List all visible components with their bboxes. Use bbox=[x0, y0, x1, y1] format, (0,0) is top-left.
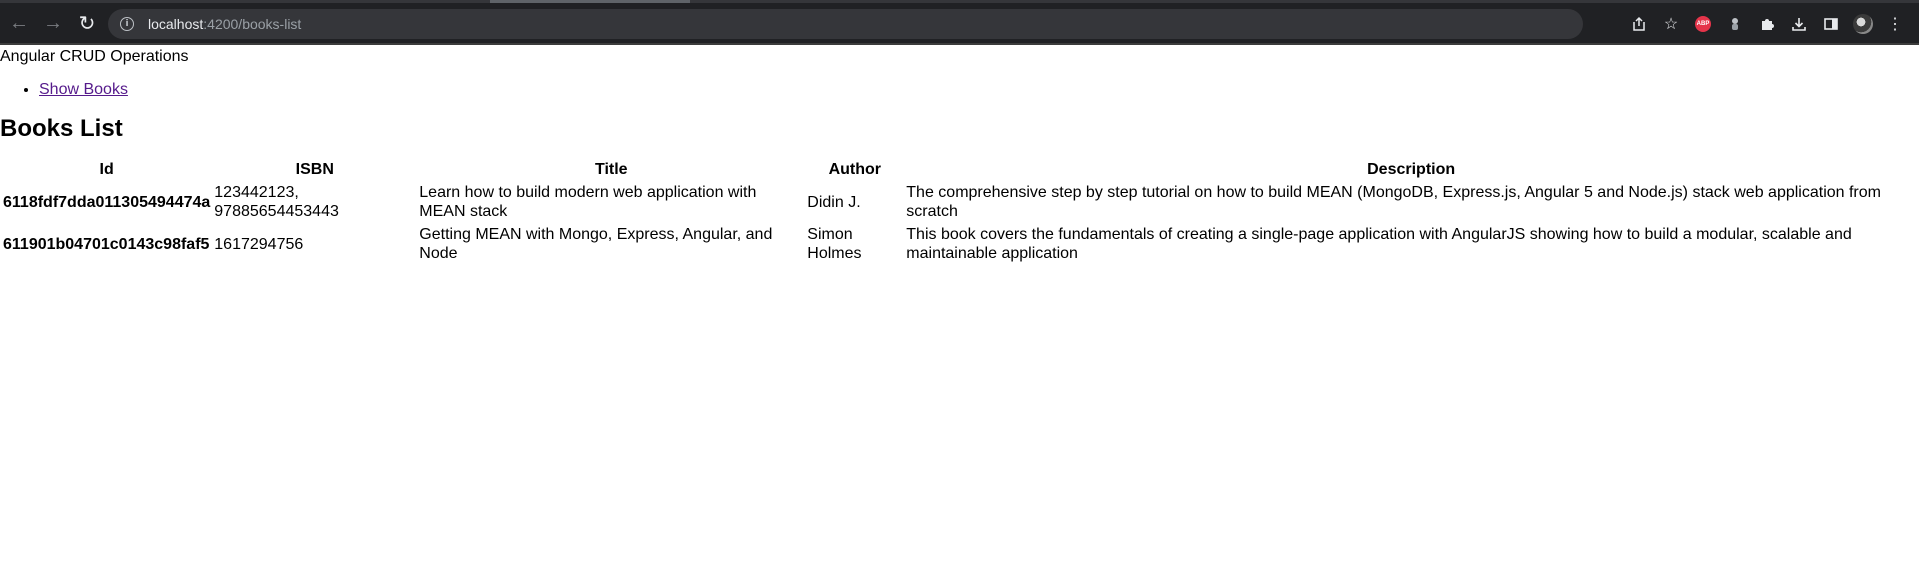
book-title-cell: Getting MEAN with Mongo, Express, Angula… bbox=[419, 226, 773, 262]
book-title-cell: Learn how to build modern web applicatio… bbox=[419, 184, 757, 220]
book-description-cell: This book covers the fundamentals of cre… bbox=[906, 226, 1852, 262]
book-id-cell: 611901b04701c0143c98faf5 bbox=[3, 235, 210, 253]
book-isbn-cell: 123442123, 97885654453443 bbox=[214, 184, 339, 220]
download-icon[interactable] bbox=[1783, 9, 1815, 39]
book-description-cell: The comprehensive step by step tutorial … bbox=[906, 184, 1881, 220]
browser-toolbar: ← → ↻ i localhost:4200/books-list ☆ ABP … bbox=[0, 0, 1919, 43]
books-table: Id ISBN Title Author Description 6118fdf… bbox=[0, 157, 1919, 266]
adblock-icon[interactable]: ABP bbox=[1687, 9, 1719, 39]
star-icon[interactable]: ☆ bbox=[1655, 9, 1687, 39]
info-icon[interactable]: i bbox=[120, 17, 134, 31]
book-author-cell: Simon Holmes bbox=[807, 226, 862, 262]
address-bar[interactable]: i localhost:4200/books-list bbox=[108, 9, 1583, 39]
back-icon[interactable]: ← bbox=[4, 8, 34, 38]
more-icon[interactable]: ⋮ bbox=[1879, 9, 1911, 39]
share-icon[interactable] bbox=[1623, 9, 1655, 39]
book-id-cell: 6118fdf7dda011305494474a bbox=[3, 193, 211, 211]
column-header-description: Description bbox=[1367, 161, 1456, 178]
url-host: localhost bbox=[148, 16, 204, 32]
table-row[interactable]: 611901b04701c0143c98faf5 1617294756 Gett… bbox=[2, 224, 1917, 264]
puzzle-icon[interactable] bbox=[1751, 9, 1783, 39]
profile-avatar[interactable] bbox=[1847, 9, 1879, 39]
book-isbn-cell: 1617294756 bbox=[214, 235, 304, 253]
nav-item: Show Books bbox=[39, 80, 1919, 100]
column-header-id: Id bbox=[99, 161, 114, 178]
extension-icon[interactable] bbox=[1719, 9, 1751, 39]
active-tab-indicator bbox=[490, 0, 690, 3]
column-header-title: Title bbox=[594, 161, 628, 178]
book-author-cell: Didin J. bbox=[807, 193, 861, 211]
toolbar-divider bbox=[0, 43, 1919, 45]
sidepanel-icon[interactable] bbox=[1815, 9, 1847, 39]
url-path: :4200/books-list bbox=[203, 16, 302, 32]
reload-icon[interactable]: ↻ bbox=[72, 8, 102, 38]
nav-list: Show Books bbox=[0, 80, 1919, 100]
url-text[interactable]: localhost:4200/books-list bbox=[148, 16, 301, 32]
column-header-author: Author bbox=[828, 161, 881, 178]
column-header-isbn: ISBN bbox=[295, 161, 334, 178]
app-title: Angular CRUD Operations bbox=[0, 48, 189, 65]
forward-icon[interactable]: → bbox=[38, 8, 68, 38]
show-books-link[interactable]: Show Books bbox=[39, 81, 128, 98]
avatar bbox=[1853, 14, 1873, 34]
page-title: Books List bbox=[0, 115, 123, 142]
table-row[interactable]: 6118fdf7dda011305494474a 123442123, 9788… bbox=[2, 182, 1917, 222]
toolbar-actions: ☆ ABP ⋮ bbox=[1623, 9, 1911, 39]
table-header-row: Id ISBN Title Author Description bbox=[2, 159, 1917, 180]
adblock-label: ABP bbox=[1695, 16, 1711, 32]
